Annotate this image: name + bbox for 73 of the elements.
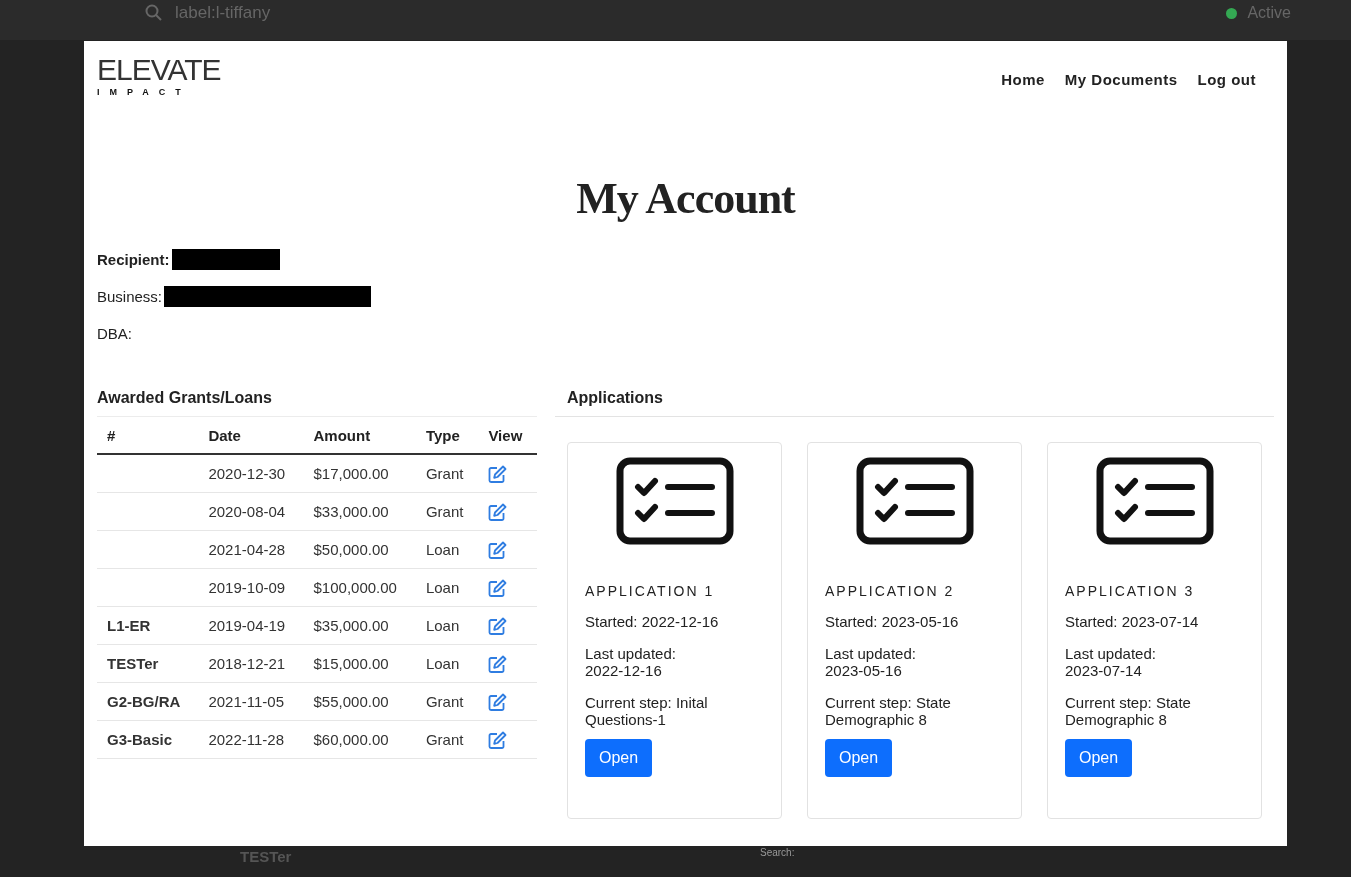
edit-icon[interactable] — [488, 578, 508, 597]
section-title: Awarded Grants/Loans — [97, 389, 537, 417]
table-cell: $60,000.00 — [313, 731, 389, 748]
table-cell: 2021-11-05 — [208, 693, 285, 710]
table-cell: $100,000.00 — [313, 579, 397, 596]
checklist-icon — [1095, 457, 1214, 545]
search-icon — [145, 4, 163, 22]
table-cell: $55,000.00 — [313, 693, 389, 710]
table-cell: $17,000.00 — [313, 465, 389, 482]
table-cell: 2022-11-28 — [208, 731, 285, 748]
edit-icon[interactable] — [488, 654, 508, 673]
nav-link[interactable]: Home — [1001, 71, 1045, 88]
column-header: # — [97, 417, 199, 454]
search-query: label:l-tiffany — [175, 3, 271, 23]
edit-icon[interactable] — [488, 464, 508, 483]
open-button[interactable]: Open — [1065, 739, 1133, 777]
table-cell: Grant — [425, 731, 464, 748]
table-cell: $15,000.00 — [313, 655, 389, 672]
page-title: My Account — [575, 173, 797, 225]
table-cell: $33,000.00 — [313, 503, 389, 520]
edit-icon[interactable] — [488, 730, 508, 749]
logo: ELEVATE IMPACT — [97, 53, 221, 98]
open-button[interactable]: Open — [585, 739, 653, 777]
table-cell: Loan — [425, 617, 460, 634]
started-date: Started: 2023-07-14 — [1065, 613, 1200, 630]
section-title: Applications — [555, 389, 1274, 417]
table-cell: Loan — [425, 541, 460, 558]
table-cell: Loan — [425, 579, 460, 596]
nav-link[interactable]: Log out — [1197, 71, 1256, 88]
checklist-icon — [615, 457, 734, 545]
current-step: Current step: State Demographic 8 — [1065, 694, 1231, 728]
started-date: Started: 2022-12-16 — [585, 613, 720, 630]
table-cell: 2018-12-21 — [208, 655, 286, 672]
application-name: APPLICATION 3 — [1065, 583, 1196, 599]
search-label: Search: — [760, 847, 795, 858]
table-cell: Grant — [425, 503, 464, 520]
current-step: Current step: Inital Questions-1 — [585, 694, 751, 728]
application-name: APPLICATION 2 — [825, 583, 956, 599]
field-label: DBA: — [97, 325, 132, 342]
table-cell: 2020-08-04 — [208, 503, 286, 520]
current-step: Current step: State Demographic 8 — [825, 694, 991, 728]
started-date: Started: 2023-05-16 — [825, 613, 960, 630]
edit-icon[interactable] — [488, 616, 508, 635]
last-updated: Last updated: 2023-05-16 — [825, 645, 917, 679]
table-cell: Loan — [425, 655, 460, 672]
table-cell: Grant — [425, 693, 464, 710]
column-header: View — [478, 417, 537, 454]
column-header: Date — [198, 417, 304, 454]
application-name: APPLICATION 1 — [585, 583, 716, 599]
table-cell: L1-ER — [107, 617, 151, 634]
table-cell: 2021-04-28 — [208, 541, 286, 558]
edit-icon[interactable] — [488, 692, 508, 711]
table-cell: 2020-12-30 — [208, 465, 286, 482]
column-header: Type — [415, 417, 479, 454]
table-cell: $35,000.00 — [313, 617, 389, 634]
column-header: Amount — [303, 417, 416, 454]
edit-icon[interactable] — [488, 502, 508, 521]
table-cell: G2-BG/RA — [107, 693, 181, 710]
open-button[interactable]: Open — [825, 739, 893, 777]
table-cell: TESTer — [107, 655, 159, 672]
table-cell: Grant — [425, 465, 464, 482]
table-cell: 2019-10-09 — [208, 579, 286, 596]
table-cell: $50,000.00 — [313, 541, 389, 558]
checklist-icon — [855, 457, 974, 545]
table-cell: 2019-04-19 — [208, 617, 286, 634]
field-label: Business: — [97, 288, 163, 305]
last-updated: Last updated: 2023-07-14 — [1065, 645, 1157, 679]
nav-link[interactable]: My Documents — [1064, 71, 1178, 88]
edit-icon[interactable] — [488, 540, 508, 559]
status-label: Active — [1247, 4, 1291, 22]
table-cell: G3-Basic — [107, 731, 173, 748]
field-label: Recipient: — [97, 251, 170, 268]
last-updated: Last updated: 2022-12-16 — [585, 645, 677, 679]
